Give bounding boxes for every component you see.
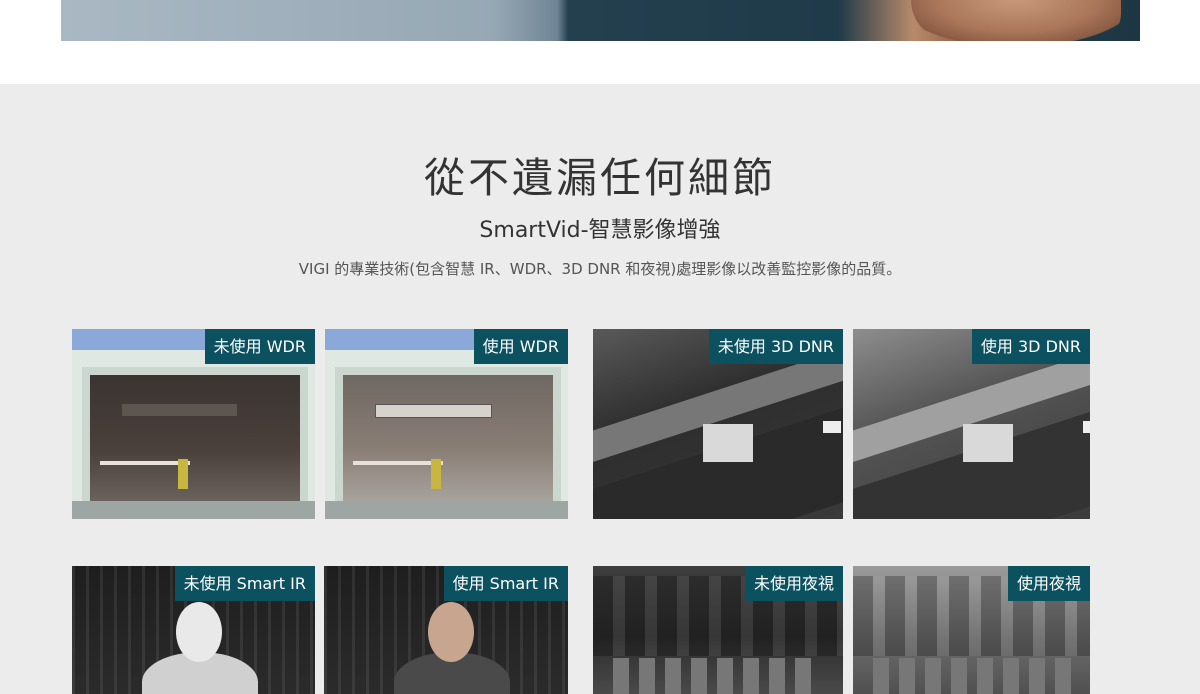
- night-vision-off-image: 未使用夜視: [593, 566, 843, 694]
- night-vision-off-label: 未使用夜視: [744, 566, 843, 601]
- smart-ir-on-image: 使用 Smart IR: [324, 566, 568, 694]
- wdr-off-image: 未使用 WDR: [72, 329, 315, 519]
- wdr-on-label: 使用 WDR: [473, 329, 568, 364]
- wdr-on-image: 使用 WDR: [325, 329, 568, 519]
- section-title: 從不遺漏任何細節: [424, 154, 776, 202]
- dnr-off-label: 未使用 3D DNR: [708, 329, 843, 364]
- dnr-on-image: 使用 3D DNR: [853, 329, 1090, 519]
- wdr-off-label: 未使用 WDR: [204, 329, 315, 364]
- smart-ir-off-label: 未使用 Smart IR: [174, 566, 315, 601]
- smartvid-section: 從不遺漏任何細節 SmartVid-智慧影像增強 VIGI 的專業技術(包含智慧…: [0, 84, 1200, 694]
- section-description: VIGI 的專業技術(包含智慧 IR、WDR、3D DNR 和夜視)處理影像以改…: [298, 260, 902, 278]
- night-vision-on-image: 使用夜視: [853, 566, 1090, 694]
- hero-image-bottom: [61, 0, 1140, 41]
- dnr-off-image: 未使用 3D DNR: [593, 329, 843, 519]
- smart-ir-on-label: 使用 Smart IR: [443, 566, 568, 601]
- section-subtitle: SmartVid-智慧影像增強: [479, 218, 721, 243]
- dnr-on-label: 使用 3D DNR: [971, 329, 1090, 364]
- night-vision-on-label: 使用夜視: [1007, 566, 1090, 601]
- smart-ir-off-image: 未使用 Smart IR: [72, 566, 315, 694]
- hero-portrait: [911, 0, 1121, 41]
